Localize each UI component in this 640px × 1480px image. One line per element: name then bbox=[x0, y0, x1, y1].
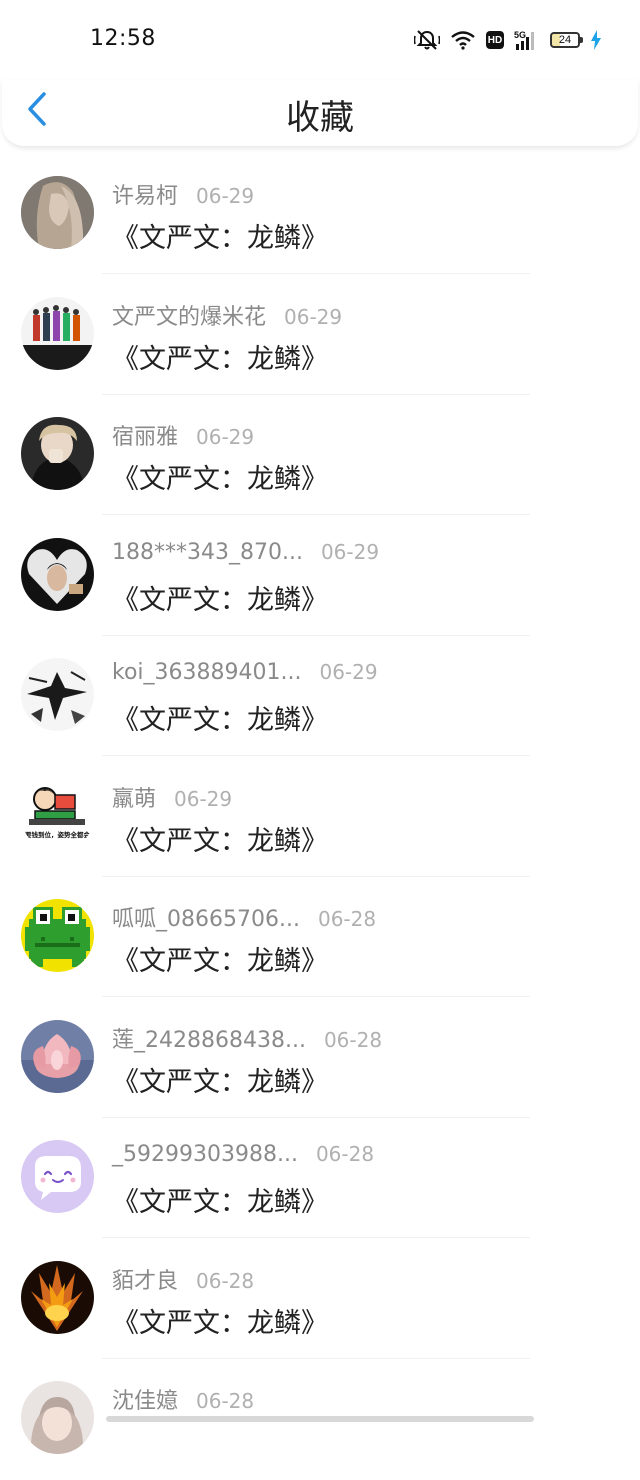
list-item[interactable]: 宿丽雅 06-29 《文严文：龙鳞》 bbox=[0, 395, 640, 516]
item-user: 羸萌 bbox=[112, 786, 157, 812]
item-name: 莲_2428868438... 06-28 bbox=[112, 1022, 382, 1054]
item-date: 06-28 bbox=[196, 1268, 255, 1293]
nav-header: 收藏 bbox=[2, 80, 638, 147]
item-name: 貊才良 06-28 bbox=[112, 1263, 254, 1295]
item-date: 06-29 bbox=[174, 786, 233, 811]
item-title: 《文严文：龙鳞》 bbox=[112, 825, 328, 857]
list-item[interactable]: 文严文的爆米花 06-29 《文严文：龙鳞》 bbox=[0, 275, 640, 396]
item-date: 06-29 bbox=[196, 425, 255, 449]
5g-signal-icon: 5G bbox=[514, 29, 540, 51]
item-user: 188***343_870... bbox=[112, 539, 303, 565]
item-title: 《文严文：龙鳞》 bbox=[112, 584, 328, 616]
item-user: 宿丽雅 bbox=[112, 425, 179, 450]
item-date: 06-29 bbox=[284, 304, 343, 329]
item-title: 《文严文：龙鳞》 bbox=[112, 464, 328, 495]
item-title: 《文严文：龙鳞》 bbox=[112, 705, 328, 736]
item-date: 06-28 bbox=[323, 1027, 383, 1052]
item-date: 06-28 bbox=[317, 907, 377, 931]
list-item[interactable]: 188***343_870... 06-29 《文严文：龙鳞》 bbox=[0, 516, 640, 637]
list-item[interactable]: 貊才良 06-28 《文严文：龙鳞》 bbox=[0, 1239, 640, 1360]
status-bar: 12:58 HD 5G 24 bbox=[0, 0, 640, 80]
avatar[interactable] bbox=[21, 417, 94, 490]
wifi-icon bbox=[450, 30, 476, 50]
item-date: 06-29 bbox=[196, 184, 255, 208]
mute-bell-icon bbox=[414, 29, 440, 51]
item-title: 《文严文：龙鳞》 bbox=[112, 1307, 328, 1339]
svg-text:5G: 5G bbox=[514, 30, 526, 40]
avatar[interactable] bbox=[21, 1019, 94, 1093]
item-title: 《文严文：龙鳞》 bbox=[112, 946, 328, 977]
item-name: 呱呱_08665706... 06-28 bbox=[112, 901, 376, 933]
avatar[interactable] bbox=[21, 899, 94, 972]
item-user: _59299303988... bbox=[112, 1142, 298, 1167]
item-user: 貊才良 bbox=[112, 1268, 179, 1294]
avatar[interactable] bbox=[21, 1381, 94, 1454]
item-title: 《文严文：龙鳞》 bbox=[112, 1066, 328, 1098]
item-name: 宿丽雅 06-29 bbox=[112, 419, 254, 451]
avatar[interactable] bbox=[21, 176, 94, 249]
item-date: 06-28 bbox=[315, 1142, 375, 1166]
hd-icon: HD bbox=[486, 31, 504, 49]
status-time: 12:58 bbox=[90, 26, 156, 51]
list-item[interactable]: 呱呱_08665706... 06-28 《文严文：龙鳞》 bbox=[0, 877, 640, 998]
item-name: 许易柯 06-29 bbox=[112, 178, 254, 210]
item-date: 06-29 bbox=[319, 660, 378, 684]
avatar[interactable] bbox=[21, 537, 94, 611]
item-user: 许易柯 bbox=[112, 184, 179, 209]
avatar[interactable]: 要钱到位，姿势全都会 bbox=[21, 778, 94, 852]
avatar[interactable] bbox=[21, 1260, 94, 1334]
item-date: 06-28 bbox=[196, 1389, 255, 1413]
status-icons: HD 5G 24 bbox=[414, 28, 602, 52]
item-name: 羸萌 06-29 bbox=[112, 781, 232, 813]
item-user: 文严文的爆米花 bbox=[112, 304, 267, 330]
item-title: 《文严文：龙鳞》 bbox=[112, 1187, 328, 1218]
item-user: 莲_2428868438... bbox=[112, 1027, 306, 1053]
item-user: koi_363889401... bbox=[112, 660, 302, 685]
item-name: 文严文的爆米花 06-29 bbox=[112, 299, 342, 331]
item-date: 06-29 bbox=[320, 539, 380, 564]
avatar[interactable] bbox=[21, 658, 94, 731]
list-item[interactable]: _59299303988... 06-28 《文严文：龙鳞》 bbox=[0, 1118, 640, 1239]
list-item[interactable]: 许易柯 06-29 《文严文：龙鳞》 bbox=[0, 154, 640, 275]
item-name: koi_363889401... 06-29 bbox=[112, 660, 378, 685]
item-user: 沈佳嬑 bbox=[112, 1389, 179, 1414]
item-title: 《文严文：龙鳞》 bbox=[112, 223, 328, 254]
avatar[interactable] bbox=[21, 1140, 94, 1213]
item-user: 呱呱_08665706... bbox=[112, 907, 300, 932]
item-title: 《文严文：龙鳞》 bbox=[112, 343, 328, 375]
battery-icon: 24 bbox=[550, 32, 583, 48]
avatar-caption: 要钱到位，姿势全都会 bbox=[25, 830, 91, 839]
item-name: _59299303988... 06-28 bbox=[112, 1142, 374, 1167]
favorites-list: 许易柯 06-29 《文严文：龙鳞》 文严文的爆米花 06-29 《文严文：龙鳞… bbox=[0, 154, 640, 1480]
list-item[interactable]: koi_363889401... 06-29 《文严文：龙鳞》 bbox=[0, 636, 640, 757]
list-item[interactable]: 要钱到位，姿势全都会 羸萌 06-29 《文严文：龙鳞》 bbox=[0, 757, 640, 878]
charging-bolt-icon bbox=[590, 30, 602, 50]
bottom-scroll-indicator bbox=[106, 1416, 534, 1422]
item-name: 沈佳嬑 06-28 bbox=[112, 1383, 254, 1415]
avatar[interactable] bbox=[21, 296, 94, 370]
page-title: 收藏 bbox=[286, 98, 354, 138]
list-item[interactable]: 莲_2428868438... 06-28 《文严文：龙鳞》 bbox=[0, 998, 640, 1119]
item-name: 188***343_870... 06-29 bbox=[112, 540, 379, 565]
